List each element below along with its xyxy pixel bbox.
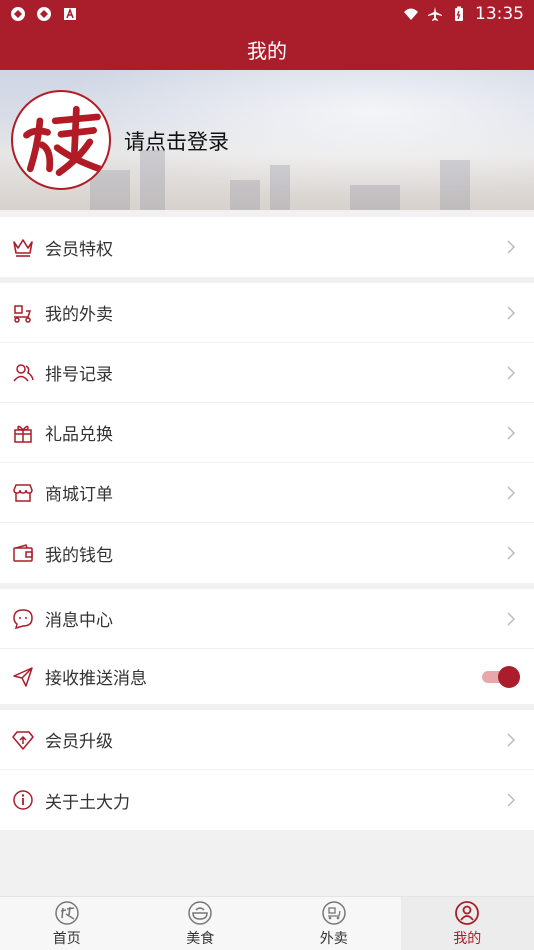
home-logo-icon (55, 900, 79, 925)
tab-takeout[interactable]: 外卖 (267, 897, 401, 950)
login-prompt[interactable]: 请点击登录 (124, 126, 229, 156)
tab-label: 美食 (186, 930, 215, 947)
menu-item-gift-exchange[interactable]: 礼品兑换 (0, 403, 534, 463)
section-membership: 会员特权 (0, 217, 534, 277)
menu-item-member-upgrade[interactable]: 会员升级 (0, 710, 534, 770)
menu-item-label: 会员特权 (45, 239, 113, 260)
chevron-right-icon (507, 485, 516, 500)
push-notification-toggle[interactable] (482, 665, 520, 688)
profile-icon (455, 900, 480, 925)
brand-logo-icon (14, 93, 108, 187)
menu-item-label: 礼品兑换 (45, 425, 113, 445)
menu-item-about[interactable]: 关于土大力 (0, 770, 534, 830)
menu-item-label: 商城订单 (45, 485, 113, 505)
chevron-right-icon (507, 611, 516, 626)
status-time: 13:35 (475, 4, 524, 24)
chevron-right-icon (507, 365, 516, 380)
food-bowl-icon (188, 900, 212, 925)
battery-icon (455, 6, 463, 21)
menu-item-my-wallet[interactable]: 我的钱包 (0, 523, 534, 583)
app-notification-icon (37, 7, 51, 21)
menu-item-member-privileges[interactable]: 会员特权 (0, 217, 534, 277)
section-about: 会员升级 关于土大力 (0, 710, 534, 830)
tab-label: 首页 (52, 930, 81, 947)
crown-icon (12, 236, 34, 258)
chevron-right-icon (507, 546, 516, 560)
status-bar: 13:35 (0, 0, 534, 28)
menu-item-push-notifications: 接收推送消息 (0, 649, 534, 704)
chevron-right-icon (507, 732, 516, 747)
diamond-upgrade-icon (12, 729, 34, 751)
users-icon (12, 362, 34, 384)
avatar[interactable] (11, 90, 111, 190)
page-title: 我的 (247, 38, 287, 63)
menu-item-label: 消息中心 (45, 611, 113, 631)
gift-icon (12, 422, 34, 444)
tab-home[interactable]: 首页 (0, 897, 134, 950)
bottom-tab-bar: 首页 美食 外卖 我的 (0, 896, 534, 950)
wallet-icon (12, 542, 34, 564)
menu-item-mall-orders[interactable]: 商城订单 (0, 463, 534, 523)
airplane-icon (428, 7, 442, 21)
chevron-right-icon (507, 305, 516, 320)
menu-item-label: 我的外卖 (45, 305, 113, 325)
a-notification-icon (64, 7, 76, 20)
delivery-scooter-icon (12, 302, 34, 324)
menu-item-message-center[interactable]: 消息中心 (0, 589, 534, 649)
title-bar: 我的 (0, 28, 534, 70)
takeout-icon (322, 900, 346, 925)
tab-food[interactable]: 美食 (134, 897, 268, 950)
menu-item-label: 会员升级 (45, 732, 113, 752)
menu-item-label: 我的钱包 (45, 545, 113, 566)
menu-item-label: 关于土大力 (45, 792, 130, 813)
menu-item-my-takeout[interactable]: 我的外卖 (0, 283, 534, 343)
message-icon (12, 608, 34, 630)
section-services: 我的外卖 排号记录 礼品兑换 商城订单 我的钱包 (0, 283, 534, 583)
toggle-knob (498, 665, 520, 688)
wifi-icon (404, 8, 418, 20)
menu-item-label: 接收推送消息 (45, 669, 147, 689)
paper-plane-icon (12, 666, 34, 688)
tab-profile[interactable]: 我的 (400, 897, 534, 950)
store-icon (12, 482, 34, 504)
menu-item-label: 排号记录 (45, 365, 113, 385)
tab-label: 外卖 (319, 930, 348, 947)
menu-item-queue-records[interactable]: 排号记录 (0, 343, 534, 403)
section-messages: 消息中心 接收推送消息 (0, 589, 534, 704)
app-notification-icon (11, 7, 25, 21)
chevron-right-icon (507, 793, 516, 807)
chevron-right-icon (507, 425, 516, 440)
tab-label: 我的 (453, 930, 482, 947)
chevron-right-icon (507, 240, 516, 254)
info-icon (12, 789, 34, 811)
